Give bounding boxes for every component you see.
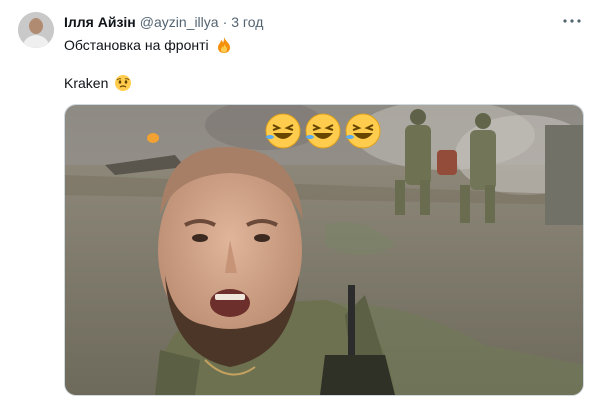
tweet-header: Ілля Айзін @ayzin_illya · 3 год [64, 12, 263, 32]
author-name[interactable]: Ілля Айзін [64, 14, 136, 30]
face-holding-back-tears-emoji [115, 75, 132, 91]
author-handle[interactable]: @ayzin_illya [140, 14, 219, 30]
tweet-text-kraken: Kraken [64, 75, 109, 91]
avatar[interactable] [18, 12, 54, 48]
more-dots-icon [563, 19, 581, 23]
tweet-text-line-2: Kraken [64, 74, 132, 92]
timestamp[interactable]: 3 год [231, 14, 263, 30]
tweet-video[interactable] [64, 104, 584, 396]
tweet-text: Обстановка на фронті [64, 37, 209, 53]
more-options-button[interactable] [560, 12, 584, 30]
fire-emoji [217, 37, 230, 53]
video-frame [65, 105, 583, 395]
separator: · [222, 14, 228, 30]
avatar-image [18, 12, 54, 48]
tweet-text-line-1: Обстановка на фронті [64, 36, 233, 54]
overlay-laugh-emojis [265, 113, 381, 149]
